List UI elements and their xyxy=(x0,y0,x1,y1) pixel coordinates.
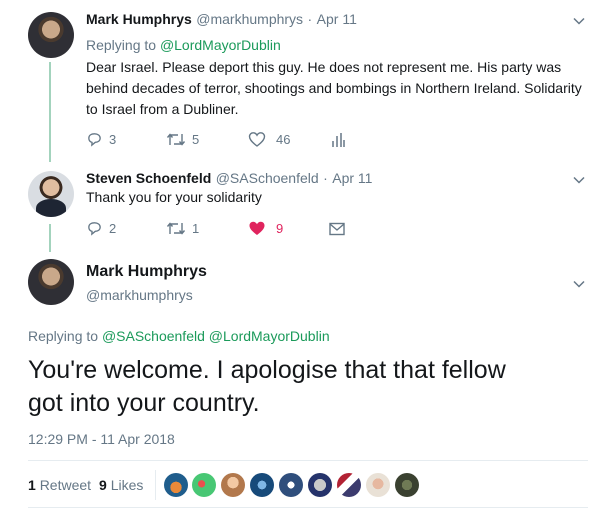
retweet-button[interactable]: 5 xyxy=(166,131,199,148)
reply-button[interactable]: 3 xyxy=(86,131,116,148)
like-count: 9 xyxy=(276,221,284,236)
divider xyxy=(28,507,588,508)
tweet-text: Dear Israel. Please deport this guy. He … xyxy=(86,59,582,117)
mention-link[interactable]: @SASchoenfeld xyxy=(102,328,205,344)
author-name[interactable]: Steven Schoenfeld xyxy=(86,170,211,186)
retweet-stat-count: 1 xyxy=(28,477,36,493)
liker-avatar[interactable] xyxy=(308,473,332,497)
liker-avatar[interactable] xyxy=(250,473,274,497)
liker-avatar[interactable] xyxy=(164,473,188,497)
separator: · xyxy=(307,11,313,27)
reply-count: 3 xyxy=(109,132,117,147)
tweet-text-line: got into your country. xyxy=(28,389,260,417)
reply-icon xyxy=(88,133,101,147)
tweet-text-line: You're welcome. I apologise that that fe… xyxy=(28,356,506,384)
retweet-count: 5 xyxy=(192,132,200,147)
author-handle[interactable]: @markhumphrys xyxy=(86,287,193,303)
tweet-text: Thank you for your solidarity xyxy=(86,189,262,205)
liker-avatar[interactable] xyxy=(337,473,361,497)
avatar[interactable] xyxy=(28,259,74,305)
like-count: 46 xyxy=(276,132,291,147)
avatar[interactable] xyxy=(28,171,74,217)
reply-count: 2 xyxy=(109,221,117,236)
mention-link[interactable]: @LordMayorDublin xyxy=(209,328,330,344)
tweet-date[interactable]: Apr 11 xyxy=(332,170,372,186)
tweet-header: Steven Schoenfeld @SASchoenfeld · Apr 11 xyxy=(86,170,372,188)
chevron-down-icon[interactable] xyxy=(572,173,586,187)
liker-avatar[interactable] xyxy=(395,473,419,497)
tweet-text: You're welcome. I apologise that that fe… xyxy=(28,354,506,420)
replying-prefix: Replying to xyxy=(28,328,99,344)
analytics-icon[interactable] xyxy=(331,132,345,148)
liker-avatar[interactable] xyxy=(192,473,216,497)
tweet-timestamp[interactable]: 12:29 PM - 11 Apr 2018 xyxy=(28,431,175,447)
author-name[interactable]: Mark Humphrys xyxy=(86,263,207,281)
retweet-button[interactable]: 1 xyxy=(166,220,199,237)
retweet-count: 1 xyxy=(192,221,200,236)
divider xyxy=(28,460,588,461)
tweet-date[interactable]: Apr 11 xyxy=(317,11,357,27)
mention-link[interactable]: @LordMayorDublin xyxy=(160,37,281,53)
retweet-icon xyxy=(166,222,186,235)
likes-stat[interactable]: 9 Likes xyxy=(99,477,143,493)
replying-to: Replying to @SASchoenfeld @LordMayorDubl… xyxy=(28,328,330,344)
reply-icon xyxy=(88,222,101,236)
heart-icon xyxy=(248,132,266,147)
replying-prefix: Replying to xyxy=(86,37,157,53)
separator: · xyxy=(323,170,328,186)
thread-line xyxy=(49,62,51,162)
avatar[interactable] xyxy=(28,12,74,58)
liker-avatar[interactable] xyxy=(221,473,245,497)
liker-avatar[interactable] xyxy=(279,473,303,497)
heart-icon xyxy=(249,221,265,235)
reply-button[interactable]: 2 xyxy=(86,220,116,237)
mail-icon[interactable] xyxy=(329,222,345,236)
tweet-header: Mark Humphrys @markhumphrys · Apr 11 xyxy=(86,11,357,29)
retweet-icon xyxy=(166,133,186,146)
likers-divider xyxy=(155,470,156,500)
chevron-down-icon[interactable] xyxy=(572,14,586,28)
author-handle[interactable]: @SASchoenfeld xyxy=(216,170,319,186)
author-name[interactable]: Mark Humphrys xyxy=(86,11,192,27)
like-button[interactable]: 46 xyxy=(248,131,290,148)
retweet-stat[interactable]: 1 Retweet xyxy=(28,477,91,493)
liker-avatar[interactable] xyxy=(366,473,390,497)
retweet-stat-label: Retweet xyxy=(39,477,92,493)
replying-to: Replying to @LordMayorDublin xyxy=(86,37,281,53)
chevron-down-icon[interactable] xyxy=(572,277,586,291)
likes-stat-count: 9 xyxy=(99,477,107,493)
thread-line xyxy=(49,224,51,252)
likes-stat-label: Likes xyxy=(110,477,144,493)
like-button[interactable]: 9 xyxy=(248,220,283,237)
author-handle[interactable]: @markhumphrys xyxy=(196,11,303,27)
